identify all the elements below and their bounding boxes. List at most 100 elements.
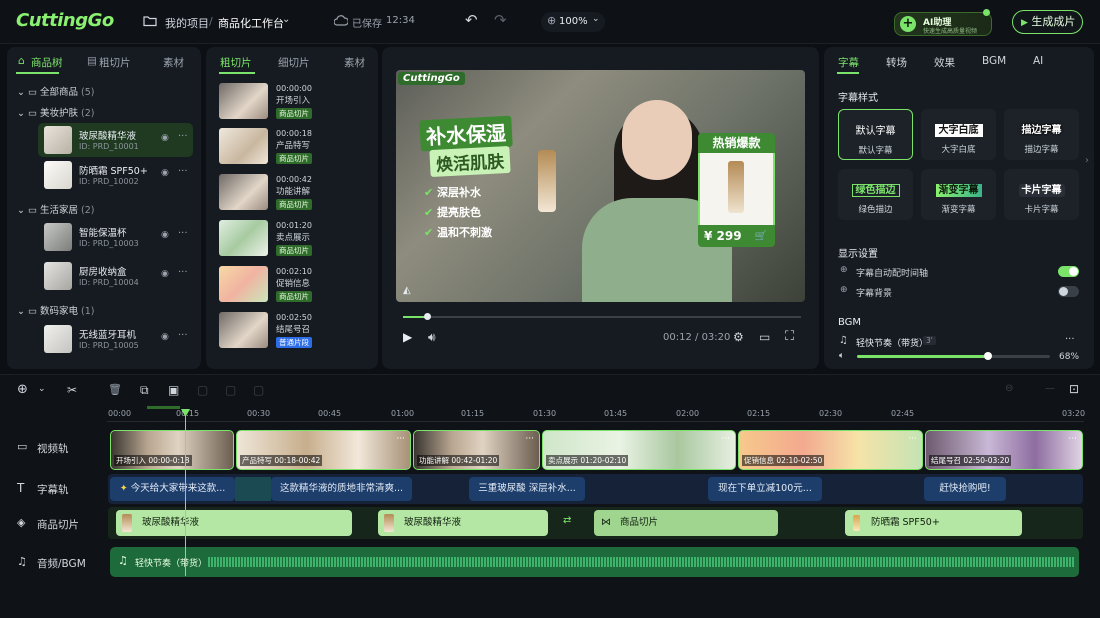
product-item[interactable]: 玻尿酸精华液 ID: PRD_10001 ◉ ···: [38, 123, 193, 157]
product-clip[interactable]: 防晒霜 SPF50+: [845, 510, 1022, 536]
disabled-tool-icon[interactable]: ▢: [197, 383, 208, 397]
volume-icon[interactable]: 🔊︎: [428, 330, 436, 345]
eye-icon[interactable]: ◉: [161, 332, 169, 342]
more-icon[interactable]: ···: [908, 434, 917, 444]
fullscreen-icon[interactable]: ⛶: [785, 329, 794, 344]
product-item[interactable]: 无线蓝牙耳机 ID: PRD_10005 ◉ ···: [38, 322, 193, 356]
redo-icon[interactable]: ↷: [494, 11, 507, 29]
subtitle-segment[interactable]: 现在下单立减100元...: [708, 477, 822, 501]
zoom-out-icon[interactable]: ⊖: [1005, 383, 1013, 394]
style-card-outline[interactable]: 描边字幕 描边字幕: [1004, 109, 1079, 160]
more-icon[interactable]: ···: [178, 131, 188, 142]
breadcrumb-workspace[interactable]: 商品化工作台: [218, 15, 284, 31]
zoom-in-icon[interactable]: —: [1045, 383, 1055, 394]
undo-icon[interactable]: ↶: [465, 11, 478, 29]
video-segment[interactable]: 卖点展示 01:20-02:10 ···: [542, 430, 736, 470]
link-icon[interactable]: ⇄: [563, 515, 571, 526]
product-clip[interactable]: 玻尿酸精华液: [378, 510, 548, 536]
product-item[interactable]: 智能保温杯 ID: PRD_10003 ◉ ···: [38, 220, 193, 254]
more-icon[interactable]: ···: [178, 267, 188, 278]
tab-bgm[interactable]: BGM: [982, 55, 1006, 67]
eye-icon[interactable]: ◉: [161, 133, 169, 143]
tree-row-home[interactable]: ⌄ ▭ 生活家居 (2): [17, 202, 95, 216]
toggle-auto-timeline[interactable]: [1058, 266, 1079, 277]
tab-transitions[interactable]: 转场: [886, 55, 907, 70]
copy-icon[interactable]: ⧉: [140, 383, 149, 398]
clip-item[interactable]: 00:00:00 开场引入 商品切片: [219, 83, 319, 121]
subtitle-segment[interactable]: 赶快抢购吧!: [924, 477, 1006, 501]
more-icon[interactable]: ···: [396, 434, 405, 444]
clip-item[interactable]: 00:00:18 产品特写 商品切片: [219, 128, 319, 166]
ai-assistant-button[interactable]: + AI助理 快速生成高质量视频: [894, 9, 992, 36]
chevron-down-icon[interactable]: ⌄: [38, 384, 46, 394]
video-segment[interactable]: 产品特写 00:18-00:42 ···: [236, 430, 411, 470]
subtitle-segment[interactable]: 三重玻尿酸 深层补水...: [469, 477, 585, 501]
video-segment[interactable]: 开场引入 00:00-0:18: [110, 430, 234, 470]
tab-product-tree[interactable]: 商品树: [31, 55, 63, 70]
clip-item[interactable]: 00:02:10 促销信息 商品切片: [219, 266, 319, 304]
breadcrumb-project[interactable]: 我的项目: [165, 15, 209, 31]
trash-icon[interactable]: 🗑︎: [108, 383, 122, 396]
caption-icon[interactable]: ▭: [759, 330, 770, 344]
toggle-subtitle-bg[interactable]: [1058, 286, 1079, 297]
subtitle-segment[interactable]: 这款精华液的质地非常清爽...: [271, 477, 412, 501]
more-icon[interactable]: ···: [178, 166, 188, 177]
tree-row-all[interactable]: ⌄ ▭ 全部商品 (5): [17, 84, 95, 98]
tab-effects[interactable]: 效果: [934, 55, 955, 70]
add-icon[interactable]: ⊕: [17, 382, 28, 397]
split-icon[interactable]: ▣: [168, 383, 179, 397]
more-icon[interactable]: ···: [525, 434, 534, 444]
style-card-gradient[interactable]: 渐变字幕 渐变字幕: [921, 169, 996, 220]
style-card-default[interactable]: 默认字幕 默认字幕: [838, 109, 913, 160]
product-item[interactable]: 厨房收纳盒 ID: PRD_10004 ◉ ···: [38, 259, 193, 293]
eye-icon[interactable]: ◉: [161, 168, 169, 178]
clip-item[interactable]: 00:00:42 功能讲解 商品切片: [219, 174, 319, 212]
clip-item[interactable]: 00:02:50 结尾号召 普通片段: [219, 312, 319, 350]
disabled-tool-icon[interactable]: ▢: [225, 383, 236, 397]
style-card-card[interactable]: 卡片字幕 卡片字幕: [1004, 169, 1079, 220]
more-icon[interactable]: ···: [178, 228, 188, 239]
eye-icon[interactable]: ◉: [161, 269, 169, 279]
tree-row-digital[interactable]: ⌄ ▭ 数码家电 (1): [17, 303, 95, 317]
tab-ai[interactable]: AI: [1033, 55, 1043, 67]
tree-row-beauty[interactable]: ⌄ ▭ 美妆护肤 (2): [17, 105, 95, 119]
disabled-tool-icon[interactable]: ▢: [253, 383, 264, 397]
video-segment[interactable]: 促销信息 02:10-02:50 ···: [738, 430, 923, 470]
tab-rough-clips[interactable]: 粗切片: [220, 55, 252, 70]
subtitle-segment[interactable]: ✦ 今天给大家带来这款...: [110, 477, 235, 501]
progress-track[interactable]: [403, 316, 801, 318]
play-icon[interactable]: ▶: [403, 330, 412, 344]
style-card-white-bg[interactable]: 大字白底 大字白底: [921, 109, 996, 160]
generate-button[interactable]: ▶ 生成成片: [1012, 10, 1083, 34]
fit-icon[interactable]: ⊡: [1069, 382, 1079, 396]
more-icon[interactable]: ···: [1065, 334, 1075, 345]
clip-thumbnail: [219, 83, 268, 119]
playhead[interactable]: [185, 410, 186, 576]
video-segment[interactable]: 结尾号召 02:50-03:20 ···: [925, 430, 1083, 470]
gear-icon[interactable]: ⚙: [733, 330, 744, 344]
chevron-right-icon[interactable]: ›: [1085, 155, 1089, 166]
video-preview[interactable]: CuttingGo 补水保湿 焕活肌肤 ✔ 深层补水 ✔ 提亮肤色 ✔ 温和不刺…: [396, 70, 805, 302]
zoom-select[interactable]: ⊕ 100% ⌄: [541, 12, 605, 32]
cart-icon[interactable]: 🛒: [755, 231, 767, 242]
product-clip[interactable]: 玻尿酸精华液: [116, 510, 352, 536]
tab-rough-clips[interactable]: 粗切片: [99, 55, 131, 70]
chevron-down-icon[interactable]: ⌄: [282, 14, 290, 25]
more-icon[interactable]: ···: [178, 330, 188, 341]
progress-handle[interactable]: [423, 313, 431, 320]
eye-icon[interactable]: ◉: [161, 230, 169, 240]
more-icon[interactable]: ···: [1068, 434, 1077, 444]
product-item[interactable]: 防晒霜 SPF50+ ID: PRD_10002 ◉ ···: [38, 158, 193, 192]
scissors-icon[interactable]: ✂: [67, 383, 77, 397]
clip-item[interactable]: 00:01:20 卖点展示 商品切片: [219, 220, 319, 258]
tab-material[interactable]: 素材: [344, 55, 365, 70]
style-card-green-outline[interactable]: 绿色描边 绿色描边: [838, 169, 913, 220]
tab-material[interactable]: 素材: [163, 55, 184, 70]
more-icon[interactable]: ···: [721, 434, 730, 444]
audio-track[interactable]: ♫ 轻快节奏（带货）: [110, 547, 1079, 577]
product-clip-label: 商品切片: [620, 517, 659, 528]
tab-subtitles[interactable]: 字幕: [838, 55, 859, 70]
video-segment[interactable]: 功能讲解 00:42-01:20 ···: [413, 430, 540, 470]
product-clip[interactable]: ⋈ 商品切片: [594, 510, 778, 536]
tab-fine-clips[interactable]: 细切片: [278, 55, 310, 70]
